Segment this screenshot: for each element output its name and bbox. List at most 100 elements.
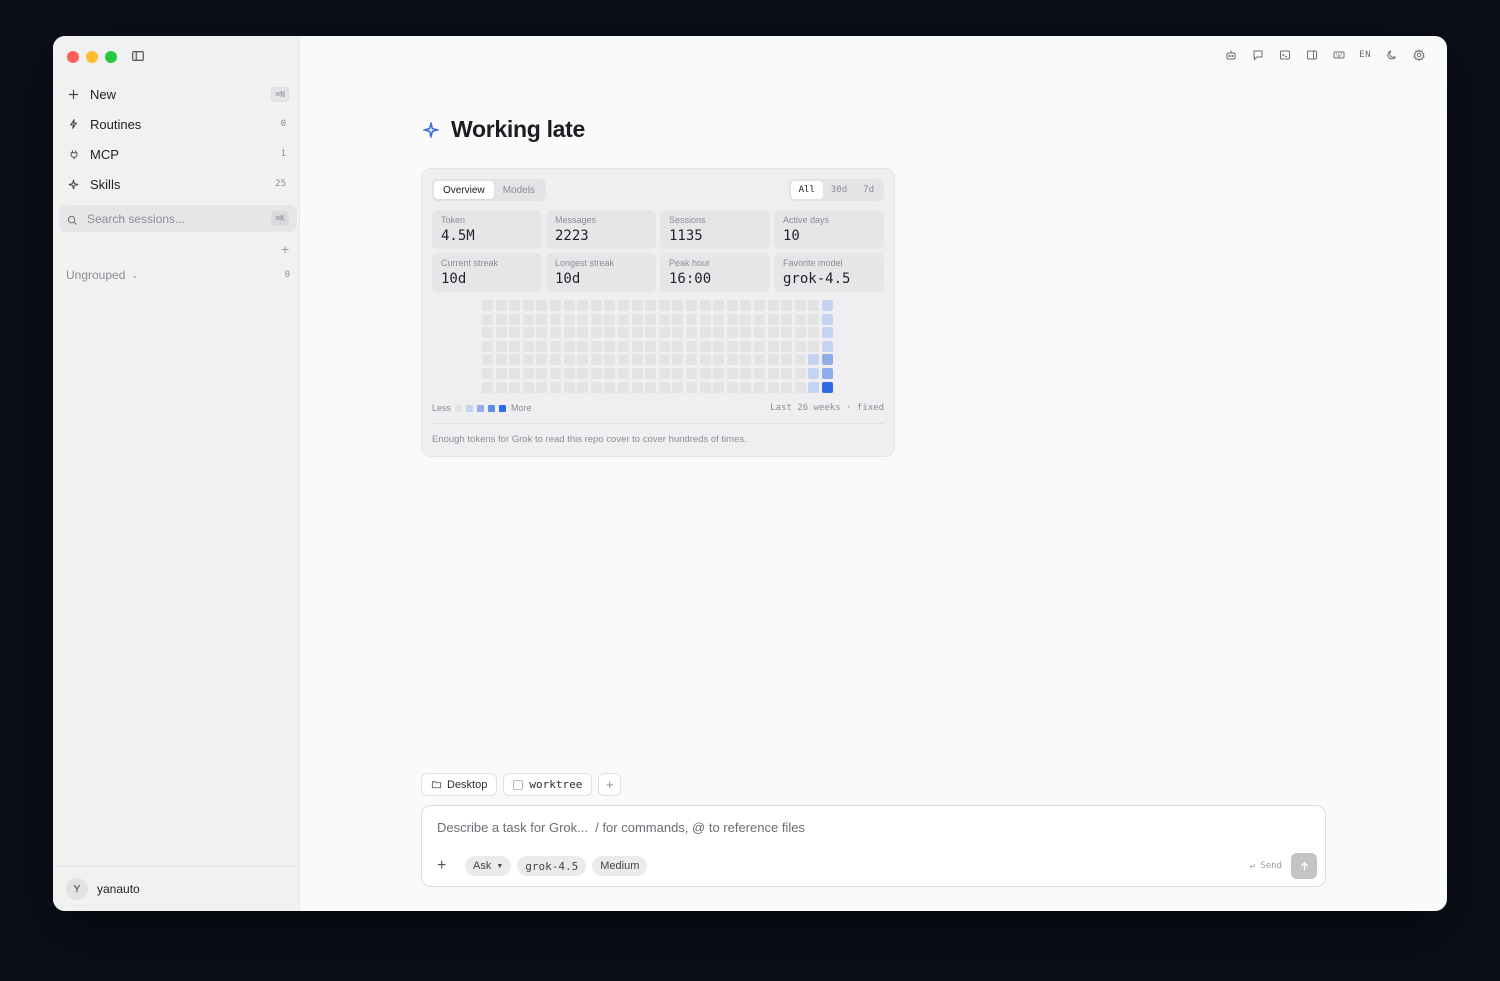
search-icon bbox=[67, 213, 79, 225]
heatmap-cell bbox=[604, 368, 616, 379]
stat-favorite-model: Favorite model grok-4.5 bbox=[774, 253, 884, 292]
stat-peak-hour: Peak hour 16:00 bbox=[660, 253, 770, 292]
sidebar-item-mcp[interactable]: MCP 1 bbox=[59, 139, 295, 169]
group-label: Ungrouped bbox=[66, 268, 126, 282]
model-select[interactable]: grok-4.5 bbox=[517, 856, 587, 876]
shortcut-badge: ⌘N bbox=[271, 86, 289, 102]
add-context-button[interactable]: + bbox=[598, 773, 622, 796]
maximize-window-button[interactable] bbox=[105, 51, 117, 63]
heatmap-cell bbox=[781, 313, 793, 325]
close-window-button[interactable] bbox=[67, 51, 79, 63]
heatmap-cell bbox=[658, 300, 670, 311]
heatmap-cell bbox=[699, 313, 711, 325]
heatmap-cell bbox=[536, 327, 548, 339]
heatmap-cell bbox=[740, 313, 752, 325]
heatmap-cell bbox=[550, 327, 561, 339]
heatmap-cell bbox=[482, 368, 493, 379]
heatmap-cell bbox=[781, 368, 793, 379]
heatmap-cell bbox=[672, 300, 684, 311]
composer: + Ask ▼ grok-4.5 Medium ↵ Send bbox=[421, 805, 1326, 887]
heatmap-cell bbox=[604, 327, 616, 339]
heatmap-cell bbox=[563, 313, 575, 325]
heatmap-cell bbox=[631, 381, 643, 393]
heatmap-cell bbox=[631, 368, 643, 379]
worktree-checkbox[interactable] bbox=[513, 779, 524, 790]
task-input[interactable] bbox=[437, 820, 1237, 840]
language-toggle[interactable]: EN bbox=[1359, 48, 1371, 61]
split-panel-icon[interactable] bbox=[1305, 48, 1318, 61]
terminal-icon[interactable] bbox=[1278, 48, 1291, 61]
bolt-icon bbox=[67, 118, 80, 131]
mode-select[interactable]: Ask ▼ bbox=[465, 856, 512, 876]
heatmap-cell bbox=[686, 300, 697, 311]
heatmap-cell bbox=[713, 354, 725, 366]
sidebar-toggle-icon[interactable] bbox=[131, 49, 145, 63]
window-controls bbox=[67, 51, 117, 63]
heatmap-cell bbox=[522, 313, 534, 325]
heatmap-cell bbox=[645, 381, 657, 393]
folder-chip[interactable]: Desktop bbox=[421, 773, 498, 796]
sidebar-item-skills[interactable]: Skills 25 bbox=[59, 169, 295, 199]
keyboard-icon[interactable] bbox=[1332, 48, 1345, 61]
arrow-up-icon bbox=[1300, 861, 1308, 870]
worktree-chip[interactable]: worktree bbox=[503, 773, 593, 796]
stats-tabs: Overview Models bbox=[432, 179, 546, 201]
heatmap-cell bbox=[794, 354, 806, 366]
heatmap-cell bbox=[536, 313, 548, 325]
heatmap-cell bbox=[550, 340, 561, 352]
tab-models[interactable]: Models bbox=[494, 181, 544, 199]
heatmap-cell bbox=[495, 313, 507, 325]
composer-toolbar: + Ask ▼ grok-4.5 Medium bbox=[437, 856, 648, 876]
heatmap-cell bbox=[672, 381, 684, 393]
moon-icon[interactable] bbox=[1385, 48, 1398, 61]
send-button[interactable] bbox=[1291, 853, 1317, 879]
worktree-label: worktree bbox=[529, 778, 583, 791]
usage-note: Enough tokens for Grok to read this repo… bbox=[432, 434, 747, 445]
heatmap-cell bbox=[536, 340, 548, 352]
range-all[interactable]: All bbox=[790, 181, 823, 199]
heatmap-cell bbox=[645, 313, 657, 325]
minimize-window-button[interactable] bbox=[86, 51, 98, 63]
legend-more: More bbox=[511, 403, 532, 413]
stat-label: Favorite model bbox=[783, 258, 843, 268]
heatmap-cell bbox=[604, 340, 616, 352]
heatmap-legend: Less More bbox=[432, 403, 532, 413]
heatmap-cell bbox=[740, 300, 752, 311]
range-7d[interactable]: 7d bbox=[855, 181, 882, 199]
robot-icon[interactable] bbox=[1224, 48, 1237, 61]
sidebar-nav: New ⌘N Routines 0 MCP 1 Skills 25 bbox=[59, 79, 295, 199]
stat-value: 2223 bbox=[555, 228, 589, 244]
heatmap-cell bbox=[781, 300, 793, 311]
stat-value: 10d bbox=[441, 271, 467, 287]
usage-stats-card: Overview Models All 30d 7d Token 4.5M Me… bbox=[421, 168, 895, 457]
sidebar-item-new[interactable]: New ⌘N bbox=[59, 79, 295, 109]
sidebar-item-routines[interactable]: Routines 0 bbox=[59, 109, 295, 139]
effort-select[interactable]: Medium bbox=[592, 856, 648, 876]
chevron-down-icon: ⌄ bbox=[131, 270, 139, 280]
heatmap-cell bbox=[808, 327, 820, 339]
heatmap-cell bbox=[618, 313, 629, 325]
count-badge: 1 bbox=[280, 149, 286, 159]
heatmap-cell bbox=[726, 340, 738, 352]
heatmap-cell bbox=[604, 313, 616, 325]
heatmap-cell bbox=[781, 340, 793, 352]
heatmap-cell bbox=[713, 340, 725, 352]
heatmap-cell bbox=[482, 300, 493, 311]
heatmap-cell bbox=[563, 327, 575, 339]
search-box[interactable]: ⌘K bbox=[59, 205, 297, 232]
sidebar-item-label: New bbox=[90, 86, 117, 102]
heatmap-cell bbox=[509, 340, 521, 352]
tab-overview[interactable]: Overview bbox=[434, 181, 494, 199]
search-input[interactable] bbox=[87, 211, 247, 226]
heatmap-cell bbox=[808, 313, 820, 325]
range-30d[interactable]: 30d bbox=[823, 181, 855, 199]
user-profile[interactable]: Y yanauto bbox=[53, 866, 300, 911]
gear-icon[interactable] bbox=[1412, 48, 1425, 61]
add-group-button[interactable]: + bbox=[281, 241, 289, 257]
attach-button[interactable]: + bbox=[437, 857, 453, 875]
heatmap-cell bbox=[672, 313, 684, 325]
stat-current-streak: Current streak 10d bbox=[432, 253, 542, 292]
chat-icon[interactable] bbox=[1251, 48, 1264, 61]
group-ungrouped[interactable]: Ungrouped ⌄ 0 bbox=[66, 268, 290, 282]
heatmap-cell bbox=[645, 354, 657, 366]
